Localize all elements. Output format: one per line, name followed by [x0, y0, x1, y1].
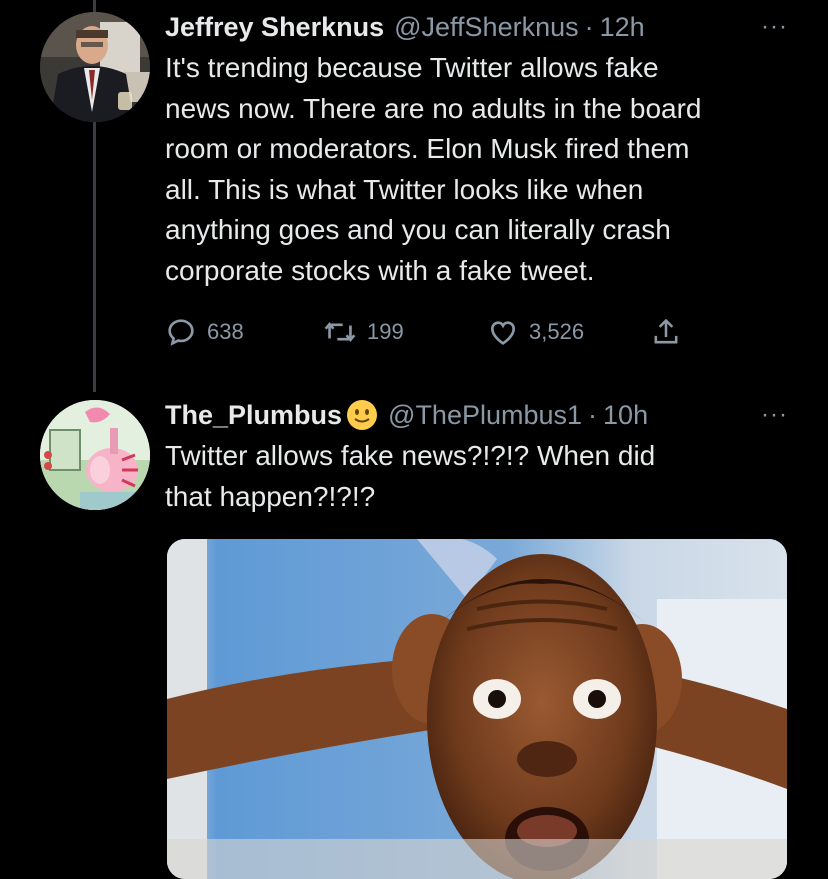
- retweet-button[interactable]: 199: [323, 316, 404, 348]
- shocked-face-photo-icon: [167, 539, 787, 879]
- user-handle[interactable]: @ThePlumbus1: [388, 396, 582, 434]
- share-icon: [654, 318, 678, 344]
- like-button[interactable]: 3,526: [487, 316, 584, 348]
- profile-photo-icon: [40, 12, 150, 122]
- timestamp[interactable]: 10h: [603, 396, 648, 434]
- tweet-text-line: room or moderators. Elon Musk fired them: [165, 133, 690, 164]
- tweet-actions: 638 199 3,526: [165, 316, 685, 348]
- display-name[interactable]: Jeffrey Sherknus: [165, 8, 384, 46]
- tweet-text-line: corporate stocks with a fake tweet.: [165, 254, 595, 286]
- retweet-count: 199: [367, 319, 404, 344]
- tweet[interactable]: The_Plumbus @ThePlumbus1 · 10h ··· Twitt…: [165, 396, 788, 517]
- avatar[interactable]: [40, 12, 150, 122]
- like-count: 3,526: [529, 319, 585, 344]
- reply-count: 638: [207, 319, 244, 344]
- separator: ·: [588, 400, 598, 430]
- separator: ·: [584, 12, 594, 42]
- tweet-text-line: Twitter allows fake news?!?!? When did: [165, 440, 656, 471]
- tweet-text-line: that happen?!?!?: [165, 480, 376, 512]
- tweet-text: Twitter allows fake news?!?!? When did t…: [165, 436, 788, 517]
- plumbus-cartoon-icon: [40, 400, 150, 510]
- display-name[interactable]: The_Plumbus: [165, 396, 342, 434]
- more-options-icon[interactable]: ···: [761, 396, 788, 434]
- tweet[interactable]: Jeffrey Sherknus @JeffSherknus · 12h ···…: [165, 8, 788, 291]
- heart-icon: [490, 321, 516, 345]
- user-handle[interactable]: @JeffSherknus: [394, 8, 579, 46]
- tweet-header: Jeffrey Sherknus @JeffSherknus · 12h ···: [165, 8, 788, 46]
- timestamp[interactable]: 12h: [600, 8, 645, 46]
- slightly-smiling-face-emoji-icon: [347, 400, 378, 430]
- tweet-text-line: It's trending because Twitter allows fak…: [165, 52, 659, 83]
- tweet-text-line: anything goes and you can literally cras…: [165, 214, 671, 245]
- reply-icon: [168, 319, 194, 346]
- tweet-header: The_Plumbus @ThePlumbus1 · 10h ···: [165, 396, 788, 434]
- reply-button[interactable]: 638: [165, 316, 244, 348]
- more-options-icon[interactable]: ···: [761, 8, 788, 46]
- tweet-text: It's trending because Twitter allows fak…: [165, 48, 788, 291]
- avatar[interactable]: [40, 400, 150, 510]
- tweet-text-line: all. This is what Twitter looks like whe…: [165, 173, 644, 205]
- retweet-icon: [324, 322, 356, 342]
- tweet-text-line: news now. There are no adults in the boa…: [165, 92, 702, 124]
- tweet-media-image[interactable]: [167, 539, 787, 879]
- share-button[interactable]: [652, 316, 690, 348]
